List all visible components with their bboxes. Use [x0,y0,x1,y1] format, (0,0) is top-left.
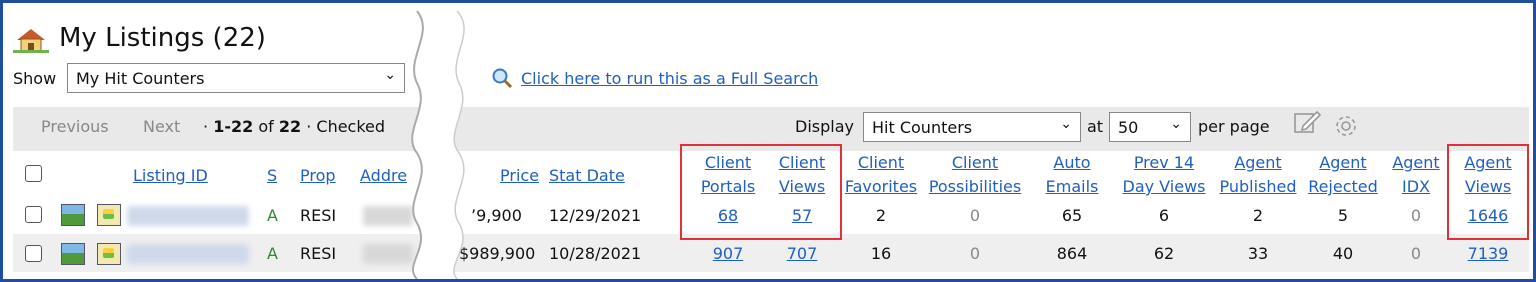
column-client-favorites-line2: Favorites [844,177,918,196]
per-page-value: 50 [1118,118,1139,137]
column-agent-idx[interactable]: Agent IDX [1387,151,1445,199]
column-prev-14-line2: Day Views [1122,177,1206,196]
price-cell: ’9,900 [471,206,522,225]
pager-total: 22 [278,117,302,136]
display-select-value: Hit Counters [872,118,973,137]
row-checkbox[interactable] [25,245,42,262]
display-label: Display [795,117,854,136]
column-client-possibilities-line2: Possibilities [928,177,1022,196]
column-prop[interactable]: Prop [300,166,336,185]
client-columns-highlight [680,144,842,240]
full-search-link[interactable]: Click here to run this as a Full Search [521,69,818,88]
column-prev-14-day-views[interactable]: Prev 14 Day Views [1113,151,1215,199]
picture-icon[interactable] [97,243,121,265]
column-agent-published[interactable]: Agent Published [1215,151,1301,199]
agent-idx-cell: 0 [1410,244,1422,263]
agent-published-cell: 33 [1247,244,1269,263]
photo-icon[interactable] [61,204,85,226]
column-stat-date[interactable]: Stat Date [549,166,625,185]
per-page-select[interactable]: 50 ⌄ [1109,112,1191,142]
pager-dot: · [203,117,209,136]
listing-id-redacted [127,206,249,226]
at-label: at [1087,117,1104,136]
column-auto-emails-line1: Auto [1053,153,1091,172]
prev-14-cell: 62 [1153,244,1175,263]
agent-rejected-cell: 40 [1332,244,1354,263]
gear-icon[interactable] [1333,113,1359,143]
house-icon [13,27,49,57]
column-client-possibilities-line1: Client [951,153,999,172]
status-cell: A [267,206,278,225]
client-portals-cell[interactable]: 907 [689,244,767,263]
column-auto-emails[interactable]: Auto Emails [1039,151,1105,199]
column-agent-rejected-line2: Rejected [1308,177,1378,196]
edit-icon[interactable] [1293,109,1322,139]
client-possibilities-cell: 0 [969,206,981,225]
page-title: My Listings (22) [59,23,266,53]
stat-date-cell: 12/29/2021 [549,206,642,225]
auto-emails-cell: 864 [1056,244,1088,263]
show-label: Show [13,69,57,88]
pager-sep: · [306,117,312,136]
column-auto-emails-line2: Emails [1045,177,1099,196]
show-select[interactable]: My Hit Counters ⌄ [67,63,405,93]
search-icon [491,67,513,93]
column-client-favorites[interactable]: Client Favorites [841,151,921,199]
stat-date-cell: 10/28/2021 [549,244,642,263]
agent-published-cell: 2 [1252,206,1264,225]
pager-of: of [258,117,274,136]
column-agent-rejected-line1: Agent [1319,153,1367,172]
screenshot-frame: My Listings (22) Show My Hit Counters ⌄ … [0,0,1536,282]
prev-14-cell: 6 [1158,206,1170,225]
chevron-down-icon: ⌄ [1170,116,1182,132]
prop-cell: RESI [300,244,337,263]
column-agent-idx-line1: Agent [1392,153,1440,172]
client-views-cell[interactable]: 707 [769,244,835,263]
agent-views-cell[interactable]: 7139 [1453,244,1523,263]
picture-icon[interactable] [97,204,121,226]
show-select-value: My Hit Counters [76,69,205,88]
pager-range: 1-22 [213,117,254,136]
pager-checked: Checked [316,117,386,136]
column-agent-published-line2: Published [1219,177,1297,196]
previous-button[interactable]: Previous [41,117,109,136]
row-checkbox[interactable] [25,206,42,223]
column-agent-rejected[interactable]: Agent Rejected [1303,151,1383,199]
next-button[interactable]: Next [143,117,180,136]
auto-emails-cell: 65 [1061,206,1083,225]
agent-rejected-cell: 5 [1337,206,1349,225]
column-agent-published-line1: Agent [1234,153,1282,172]
agent-views-highlight [1447,144,1529,240]
photo-icon[interactable] [61,243,85,265]
column-client-possibilities[interactable]: Client Possibilities [923,151,1027,199]
column-agent-idx-line2: IDX [1402,177,1430,196]
pager-summary: · 1-22 of 22 · Checked [203,117,385,136]
column-price[interactable]: Price [500,166,539,185]
column-status[interactable]: S [267,166,277,185]
client-possibilities-cell: 0 [969,244,981,263]
client-favorites-cell: 16 [870,244,892,263]
prop-cell: RESI [300,206,337,225]
column-prev-14-line1: Prev 14 [1133,153,1195,172]
select-all-checkbox[interactable] [25,165,42,182]
listing-id-redacted [127,244,249,264]
chevron-down-icon: ⌄ [1060,116,1072,132]
display-select[interactable]: Hit Counters ⌄ [863,112,1081,142]
client-favorites-cell: 2 [875,206,887,225]
status-cell: A [267,244,278,263]
agent-idx-cell: 0 [1410,206,1422,225]
per-page-label: per page [1198,117,1270,136]
column-client-favorites-line1: Client [857,153,905,172]
torn-edge-divider [411,10,465,279]
column-listing-id[interactable]: Listing ID [133,166,208,185]
